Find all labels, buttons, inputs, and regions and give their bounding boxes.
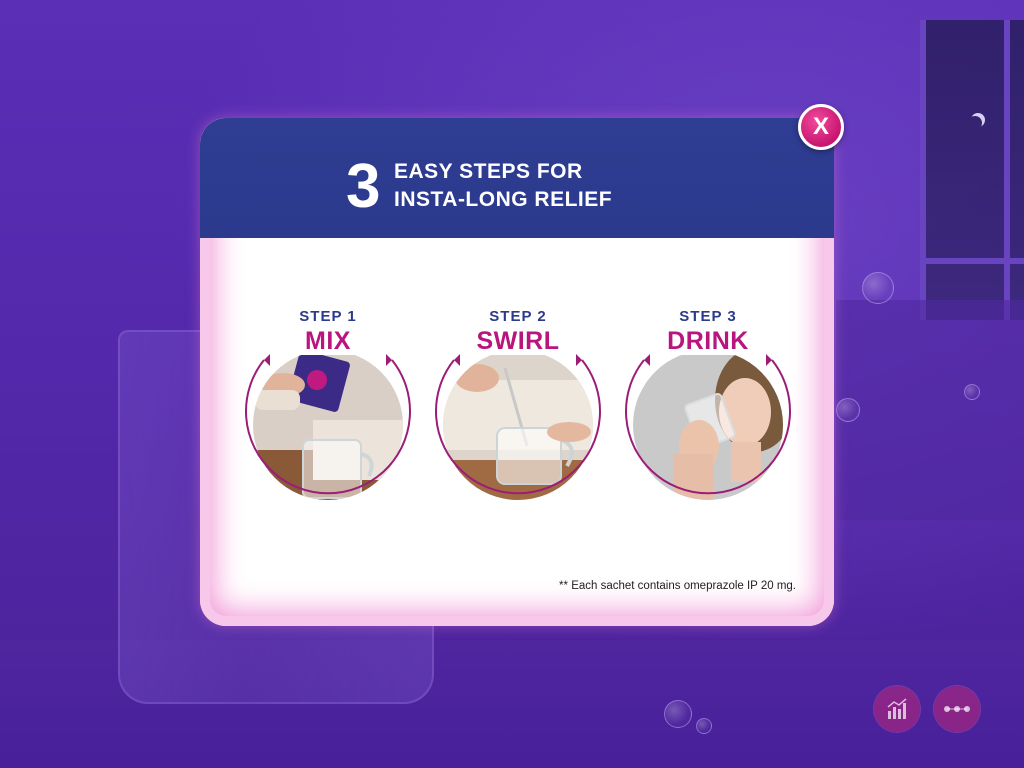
footnote: ** Each sachet contains omeprazole IP 20… [559,580,796,592]
modal-header: 3 EASY STEPS FOR INSTA-LONG RELIEF [200,118,834,238]
bar-chart-icon [887,698,907,719]
close-icon: X [812,113,829,140]
step-action: DRINK [620,327,796,356]
moon-icon [968,116,982,130]
step-action: SWIRL [430,327,606,356]
step-label: STEP 3 [679,308,737,325]
bubble-decoration [964,384,980,400]
steps-modal: 3 EASY STEPS FOR INSTA-LONG RELIEF STEP … [200,118,834,626]
header-title-line-1: EASY STEPS FOR [394,160,583,183]
bubble-decoration [836,398,860,422]
bubble-decoration [696,718,712,734]
step-ring [435,354,601,495]
header-number: 3 [346,152,381,221]
more-dots-icon [944,706,970,712]
bubble-decoration [664,700,692,728]
step-ring [625,354,791,495]
step-card-1: STEP 1 MIX [240,308,416,508]
step-card-2: STEP 2 SWIRL [430,308,606,508]
step-label: STEP 2 [489,308,547,325]
step-action: MIX [240,327,416,356]
background-window [920,20,1024,320]
step-ring [245,354,411,495]
background-shelf [836,300,1024,520]
more-button[interactable] [934,686,980,732]
step-label: STEP 1 [299,308,357,325]
header-title-line-2: INSTA-LONG RELIEF [394,188,613,211]
chart-button[interactable] [874,686,920,732]
close-button[interactable]: X [798,104,844,150]
bubble-decoration [862,272,894,304]
step-card-3: STEP 3 DRINK [620,308,796,508]
